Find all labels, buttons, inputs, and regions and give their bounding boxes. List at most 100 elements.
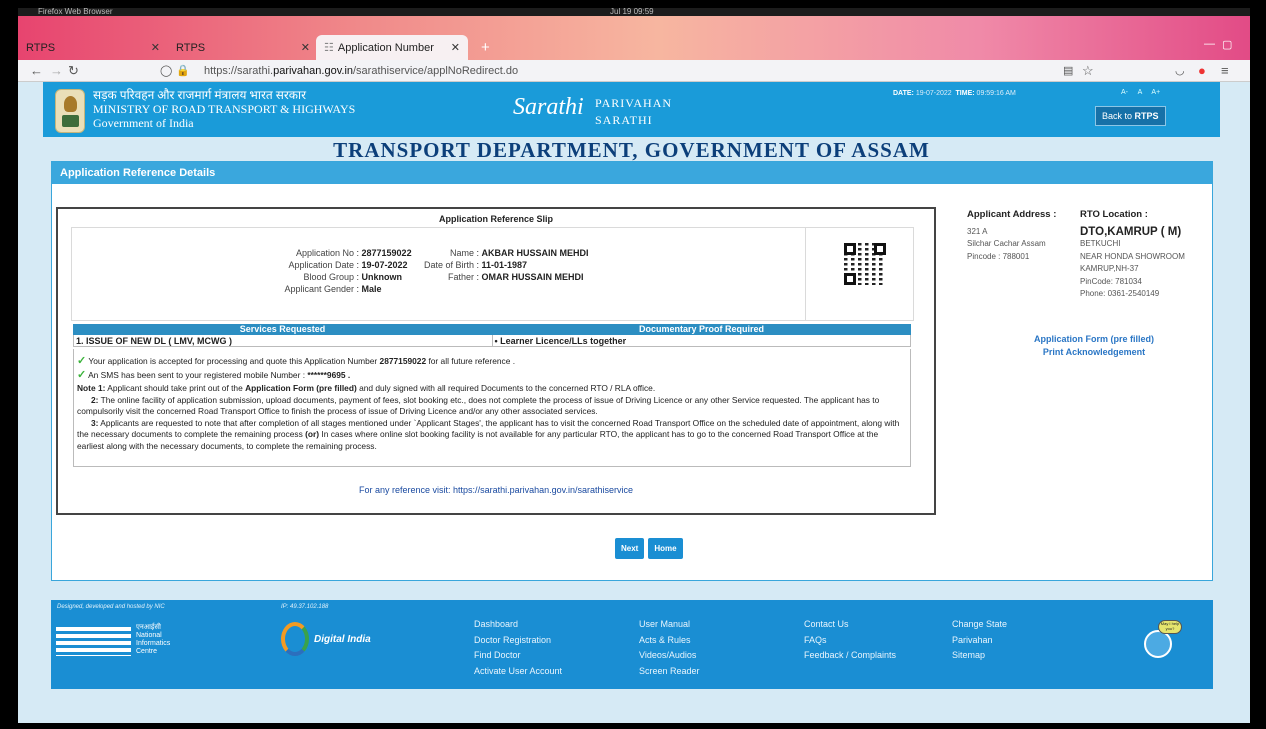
- applicant-address: Applicant Address : 321 A Silchar Cachar…: [967, 209, 1056, 263]
- tab-label: Application Number: [337, 41, 434, 54]
- document-cell: • Learner Licence/LLs together: [491, 335, 911, 346]
- footer-link[interactable]: Sitemap: [952, 648, 1007, 664]
- url-path: /sarathiservice/applNoRedirect.do: [353, 65, 519, 77]
- father-name: Father : OMAR HUSSAIN MEHDI: [447, 272, 584, 282]
- footer-links-col-1: Dashboard Doctor Registration Find Docto…: [474, 617, 562, 679]
- note-2: 2: The online facility of application su…: [77, 394, 880, 417]
- application-reference-panel: Application Reference Details Applicatio…: [51, 161, 1213, 581]
- footer-link[interactable]: Contact Us: [804, 617, 896, 633]
- footer-link[interactable]: Videos/Audios: [639, 648, 700, 664]
- forward-icon[interactable]: →: [50, 63, 63, 79]
- rto-heading: RTO Location :: [1080, 209, 1148, 220]
- ministry-hindi: सड़क परिवहन और राजमार्ग मंत्रालय भारत सर…: [93, 88, 306, 102]
- url-bar[interactable]: https://sarathi.parivahan.gov.in/sarathi…: [204, 64, 518, 78]
- accepted-message: ✓ Your application is accepted for proce…: [77, 355, 516, 367]
- footer-links-col-4: Change State Parivahan Sitemap: [952, 617, 1007, 664]
- ministry-english: MINISTRY OF ROAD TRANSPORT & HIGHWAYS: [93, 102, 356, 116]
- footer-link[interactable]: Change State: [952, 617, 1007, 633]
- date-of-birth: Date of Birth : 11-01-1987: [423, 260, 528, 270]
- date-time: DATE: 19-07-2022 TIME: 09:59:16 AM: [893, 90, 1016, 97]
- back-icon[interactable]: ←: [30, 63, 43, 79]
- menu-icon[interactable]: ≡: [1221, 63, 1229, 79]
- note-3: 3: Applicants are requested to note that…: [77, 417, 900, 451]
- address-line: Silchar Cachar Assam: [967, 239, 1046, 248]
- applicant-gender: Applicant Gender : Male: [284, 284, 382, 294]
- reader-view-icon[interactable]: ▤: [1063, 63, 1073, 79]
- navigation-bar: ← → ↻ ◯ 🔒 https://sarathi.parivahan.gov.…: [18, 60, 1250, 82]
- ip-address: IP: 49.37.102.188: [281, 604, 329, 610]
- tab-rtps-2[interactable]: RTPS ✕: [168, 35, 318, 60]
- ministry-title: सड़क परिवहन और राजमार्ग मंत्रालय भारत सर…: [93, 88, 355, 130]
- home-button[interactable]: Home: [648, 538, 683, 559]
- footer-link[interactable]: Feedback / Complaints: [804, 648, 896, 664]
- close-tab-icon[interactable]: ✕: [151, 41, 160, 54]
- page-title: TRANSPORT DEPARTMENT, GOVERNMENT OF ASSA…: [333, 138, 930, 162]
- font-increase-button[interactable]: A+: [1151, 89, 1160, 96]
- notes-box: ✓ Your application is accepted for proce…: [73, 349, 911, 467]
- browser-window: Firefox Web Browser Jul 19 09:59 RTPS ✕ R…: [18, 8, 1250, 723]
- check-icon: ✓: [77, 368, 87, 381]
- tab-application-number[interactable]: ☷ Application Number ✕: [316, 35, 468, 60]
- service-cell: 1. ISSUE OF NEW DL ( LMV, MCWG ): [76, 336, 233, 346]
- rto-line: NEAR HONDA SHOWROOM: [1080, 251, 1185, 261]
- reload-icon[interactable]: ↻: [68, 63, 79, 79]
- pocket-icon[interactable]: ◡: [1175, 63, 1185, 79]
- rto-line: Phone: 0361-2540149: [1080, 289, 1160, 298]
- footer-link[interactable]: Doctor Registration: [474, 633, 562, 649]
- close-tab-icon[interactable]: ✕: [451, 41, 460, 54]
- minimize-icon[interactable]: —: [1204, 38, 1215, 50]
- digital-india-icon: [281, 622, 309, 656]
- logo-parivahan-sarathi: PARIVAHAN SARATHI: [595, 96, 673, 127]
- shield-icon[interactable]: ◯: [160, 63, 172, 79]
- footer-link[interactable]: FAQs: [804, 633, 896, 649]
- note-1: Note 1: Applicant should take print out …: [77, 383, 656, 393]
- nic-logo-text: एनआईसी National Informatics Centre: [136, 624, 171, 655]
- print-acknowledgement-link[interactable]: Print Acknowledgement: [1014, 346, 1174, 358]
- footer-link[interactable]: Dashboard: [474, 617, 562, 633]
- url-prefix: https://sarathi.: [204, 65, 274, 77]
- digital-india-text: Digital India: [314, 634, 371, 645]
- footer-link[interactable]: Parivahan: [952, 633, 1007, 649]
- site-header: सड़क परिवहन और राजमार्ग मंत्रालय भारत सर…: [43, 82, 1220, 137]
- site-content: सड़क परिवहन और राजमार्ग मंत्रालय भारत सर…: [43, 82, 1220, 723]
- next-button[interactable]: Next: [615, 538, 645, 559]
- font-size-controls: A- A A+: [1121, 89, 1160, 96]
- bookmark-star-icon[interactable]: ☆: [1082, 63, 1094, 79]
- applicant-info: Application No : 2877159022 Application …: [71, 227, 914, 321]
- reference-visit-text: For any reference visit: https://sarathi…: [359, 485, 633, 495]
- new-tab-button[interactable]: +: [473, 35, 497, 60]
- maximize-icon[interactable]: ▢: [1222, 38, 1232, 51]
- nic-logo-icon: [56, 627, 131, 656]
- footer-link[interactable]: User Manual: [639, 617, 700, 633]
- footer-link[interactable]: Acts & Rules: [639, 633, 700, 649]
- documentary-proof-header: Documentary Proof Required: [638, 324, 765, 334]
- footer-link[interactable]: Screen Reader: [639, 664, 700, 680]
- footer-link[interactable]: Activate User Account: [474, 664, 562, 680]
- font-decrease-button[interactable]: A-: [1121, 89, 1128, 96]
- logo-sarathi-text: Sarathi: [513, 94, 584, 120]
- check-icon: ✓: [77, 355, 87, 367]
- panel-title: Application Reference Details: [52, 162, 1212, 184]
- tab-rtps-1[interactable]: RTPS ✕: [18, 35, 168, 60]
- services-requested-header: Services Requested: [239, 324, 326, 334]
- help-mascot-icon[interactable]: May I help you?: [1144, 620, 1182, 660]
- application-form-link[interactable]: Application Form (pre filled): [1014, 333, 1174, 345]
- application-no: Application No : 2877159022: [295, 248, 412, 258]
- action-buttons: Next Home: [615, 538, 683, 559]
- extension-icon[interactable]: ●: [1198, 63, 1206, 79]
- services-table: Services Requested Documentary Proof Req…: [73, 324, 911, 347]
- lock-icon[interactable]: 🔒: [176, 63, 190, 79]
- close-tab-icon[interactable]: ✕: [301, 41, 310, 54]
- slip-title: Application Reference Slip: [438, 214, 554, 224]
- os-app-name: Firefox Web Browser: [38, 8, 113, 16]
- address-heading: Applicant Address :: [967, 209, 1057, 220]
- qr-code-icon: [844, 243, 886, 285]
- digital-india-logo: Digital India: [281, 622, 396, 656]
- address-line: 321 A: [967, 226, 988, 236]
- national-emblem-icon: [55, 89, 85, 133]
- font-normal-button[interactable]: A: [1138, 89, 1142, 96]
- footer-link[interactable]: Find Doctor: [474, 648, 562, 664]
- nic-logo: एनआईसी National Informatics Centre: [56, 624, 181, 660]
- back-to-rtps-button[interactable]: Back to RTPS: [1095, 106, 1166, 126]
- footer-links-col-3: Contact Us FAQs Feedback / Complaints: [804, 617, 896, 664]
